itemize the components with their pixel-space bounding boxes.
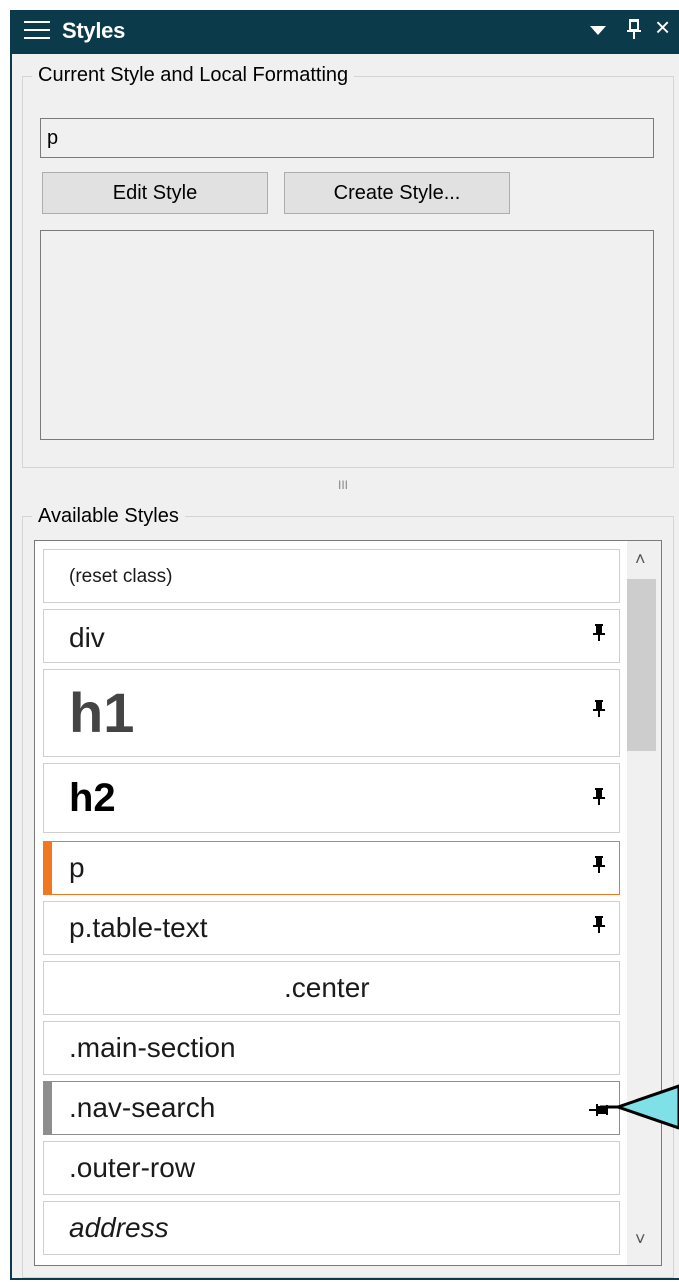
style-item-outer-row[interactable]: .outer-row (43, 1141, 620, 1195)
style-item-address[interactable]: address (43, 1201, 620, 1255)
pin-icon[interactable] (593, 788, 605, 811)
edit-style-button[interactable]: Edit Style (42, 172, 268, 214)
create-style-button[interactable]: Create Style... (284, 172, 510, 214)
list-scrollbar[interactable]: ˄ ˅ (627, 541, 661, 1265)
list-item-label: address (69, 1212, 169, 1243)
list-item-label: h2 (69, 776, 116, 820)
pin-icon[interactable] (593, 856, 605, 879)
scroll-down-icon[interactable]: ˅ (635, 1229, 646, 1250)
style-item-reset-class[interactable]: (reset class) (43, 549, 620, 603)
hamburger-icon[interactable] (24, 21, 50, 43)
list-item-label: .nav-search (69, 1092, 216, 1123)
style-item-p[interactable]: p (43, 841, 620, 895)
list-item-label: .outer-row (69, 1152, 196, 1183)
splitter-handle[interactable]: III (338, 478, 348, 492)
pin-icon[interactable] (593, 916, 605, 939)
style-item-center[interactable]: .center (43, 961, 620, 1015)
dropdown-arrow-icon[interactable] (590, 18, 606, 35)
title-bar: Styles × (10, 10, 679, 54)
list-item-label: h1 (69, 681, 135, 744)
list-item-label: (reset class) (69, 566, 173, 587)
available-styles-label: Available Styles (32, 505, 185, 528)
panel-title: Styles (62, 18, 126, 43)
scrollbar-thumb[interactable] (627, 579, 656, 751)
pin-icon[interactable] (626, 18, 642, 45)
list-item-label: .main-section (69, 1032, 236, 1063)
pin-icon[interactable] (593, 624, 605, 647)
styles-list[interactable]: (reset class) div h1 h2 p p.table-text .… (34, 540, 662, 1266)
list-item-label: p.table-text (69, 912, 208, 943)
current-style-label: Current Style and Local Formatting (32, 64, 355, 87)
style-item-nav-search[interactable]: .nav-search (43, 1081, 620, 1135)
style-item-h1[interactable]: h1 (43, 669, 620, 757)
pin-icon[interactable] (593, 700, 605, 723)
list-item-label: p (69, 852, 85, 883)
callout-pointer-icon (600, 1084, 679, 1130)
list-item-label: div (69, 622, 105, 653)
style-item-main-section[interactable]: .main-section (43, 1021, 620, 1075)
style-item-p-table-text[interactable]: p.table-text (43, 901, 620, 955)
style-item-h2[interactable]: h2 (43, 763, 620, 833)
style-preview-area (40, 230, 654, 440)
style-item-div[interactable]: div (43, 609, 620, 663)
scroll-up-icon[interactable]: ˄ (635, 549, 646, 570)
current-style-field[interactable]: p (40, 118, 654, 158)
list-item-label: .center (284, 972, 370, 1003)
close-icon[interactable]: × (655, 14, 670, 40)
